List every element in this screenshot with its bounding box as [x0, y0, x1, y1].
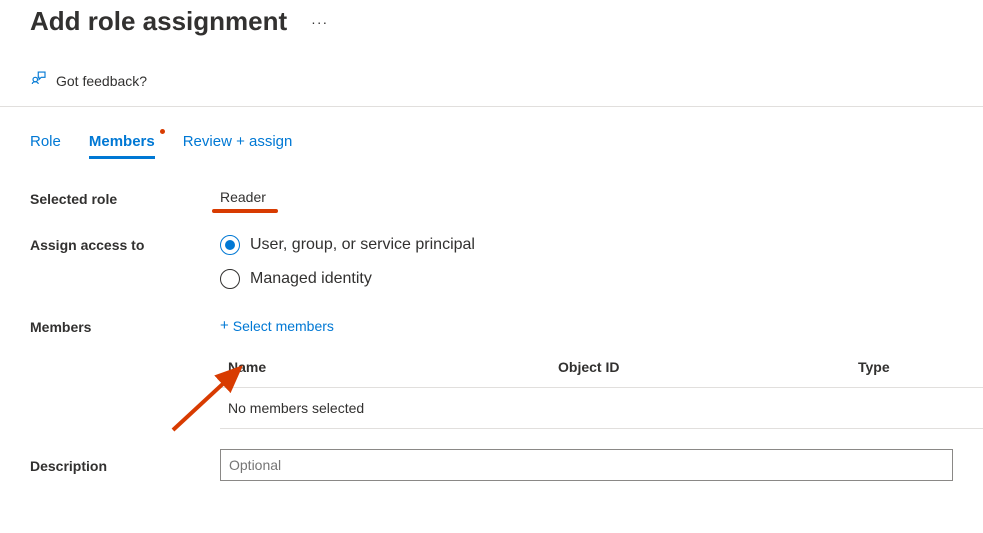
radio-button-icon — [220, 269, 240, 289]
select-members-link[interactable]: + Select members — [220, 317, 334, 334]
selected-role-value: Reader — [220, 189, 266, 205]
more-actions-icon[interactable]: ··· — [311, 14, 328, 30]
tab-review-assign[interactable]: Review + assign — [183, 133, 293, 159]
annotation-underline — [212, 209, 278, 213]
select-members-text: Select members — [233, 318, 334, 334]
radio-managed-identity[interactable]: Managed identity — [220, 269, 475, 289]
feedback-icon — [30, 69, 48, 92]
tab-role[interactable]: Role — [30, 133, 61, 159]
description-label: Description — [30, 456, 220, 474]
radio-user-group-sp[interactable]: User, group, or service principal — [220, 235, 475, 255]
members-label: Members — [30, 317, 220, 335]
assign-access-label: Assign access to — [30, 235, 220, 253]
members-empty-text: No members selected — [228, 400, 558, 416]
description-input[interactable] — [220, 449, 953, 481]
feedback-link[interactable]: Got feedback? — [0, 55, 983, 107]
selected-role-label: Selected role — [30, 189, 220, 207]
feedback-text: Got feedback? — [56, 73, 147, 89]
radio-label: Managed identity — [250, 270, 372, 288]
tabs-container: Role Members Review + assign — [0, 107, 983, 159]
col-header-object-id[interactable]: Object ID — [558, 359, 858, 375]
col-header-name[interactable]: Name — [228, 359, 558, 375]
col-header-type[interactable]: Type — [858, 359, 975, 375]
radio-label: User, group, or service principal — [250, 236, 475, 254]
tab-members-label: Members — [89, 133, 155, 150]
tab-members[interactable]: Members — [89, 133, 155, 159]
unsaved-indicator-dot — [160, 129, 165, 134]
members-table: Name Object ID Type No members selected — [220, 347, 983, 429]
radio-button-icon — [220, 235, 240, 255]
plus-icon: + — [220, 317, 229, 334]
page-title: Add role assignment — [30, 6, 287, 37]
